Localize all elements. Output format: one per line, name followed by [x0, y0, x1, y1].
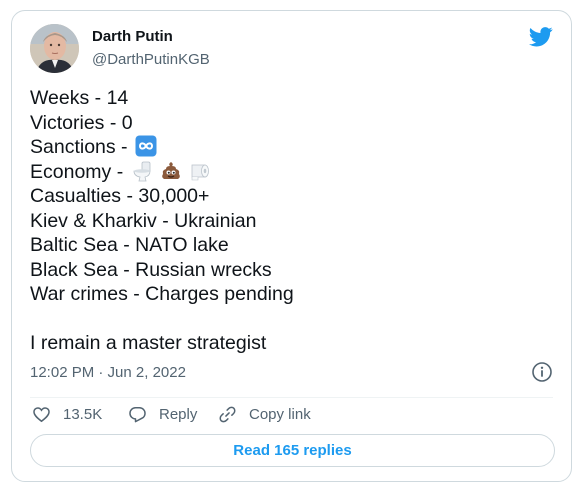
divider: [30, 397, 553, 398]
reply-icon: [129, 406, 146, 422]
reply-label: Reply: [159, 405, 198, 423]
tweet-card: Darth Putin @DarthPutinKGB Weeks - 14 Vi…: [11, 10, 572, 482]
toilet-paper-icon: [189, 160, 213, 182]
like-count: 13.5K: [63, 405, 103, 423]
toilet-icon: [131, 160, 153, 182]
tweet-closing-line: I remain a master strategist: [30, 332, 267, 354]
twitter-bird-icon[interactable]: [529, 27, 553, 47]
avatar[interactable]: [30, 24, 79, 73]
tweet-line: War crimes - Charges pending: [30, 283, 294, 305]
tweet-line: Economy -: [30, 160, 294, 185]
tweet-line: Kiev & Kharkiv - Ukrainian: [30, 209, 257, 232]
tweet-line: Sanctions -: [30, 135, 294, 160]
tweet-line-text: Sanctions -: [30, 136, 128, 158]
tweet-line: Baltic Sea - NATO lake: [30, 234, 229, 256]
tweet-timestamp[interactable]: 12:02 PM · Jun 2, 2022: [30, 364, 186, 381]
tweet-line-text: Economy -: [30, 160, 124, 183]
poop-icon: [160, 160, 182, 182]
reply-button[interactable]: Reply: [128, 403, 197, 425]
tweet-text: Weeks - 14 Victories - 0 Sanctions - Eco…: [30, 86, 294, 356]
tweet-line: Victories - 0: [30, 111, 133, 134]
infinity-icon: [135, 135, 157, 157]
copy-link-label: Copy link: [249, 405, 311, 423]
tweet-line: Weeks - 14: [30, 87, 129, 109]
copy-link-button[interactable]: Copy link: [218, 403, 311, 425]
author-name[interactable]: Darth Putin: [92, 28, 173, 45]
info-icon[interactable]: [531, 361, 553, 383]
link-icon: [219, 406, 236, 422]
author-handle[interactable]: @DarthPutinKGB: [92, 51, 210, 68]
tweet-line: Black Sea - Russian wrecks: [30, 258, 272, 281]
heart-icon: [33, 406, 50, 422]
read-replies-button[interactable]: Read 165 replies: [30, 434, 555, 467]
like-button[interactable]: 13.5K: [32, 403, 102, 425]
avatar-image: [30, 24, 79, 73]
tweet-line: Casualties - 30,000+: [30, 185, 210, 207]
